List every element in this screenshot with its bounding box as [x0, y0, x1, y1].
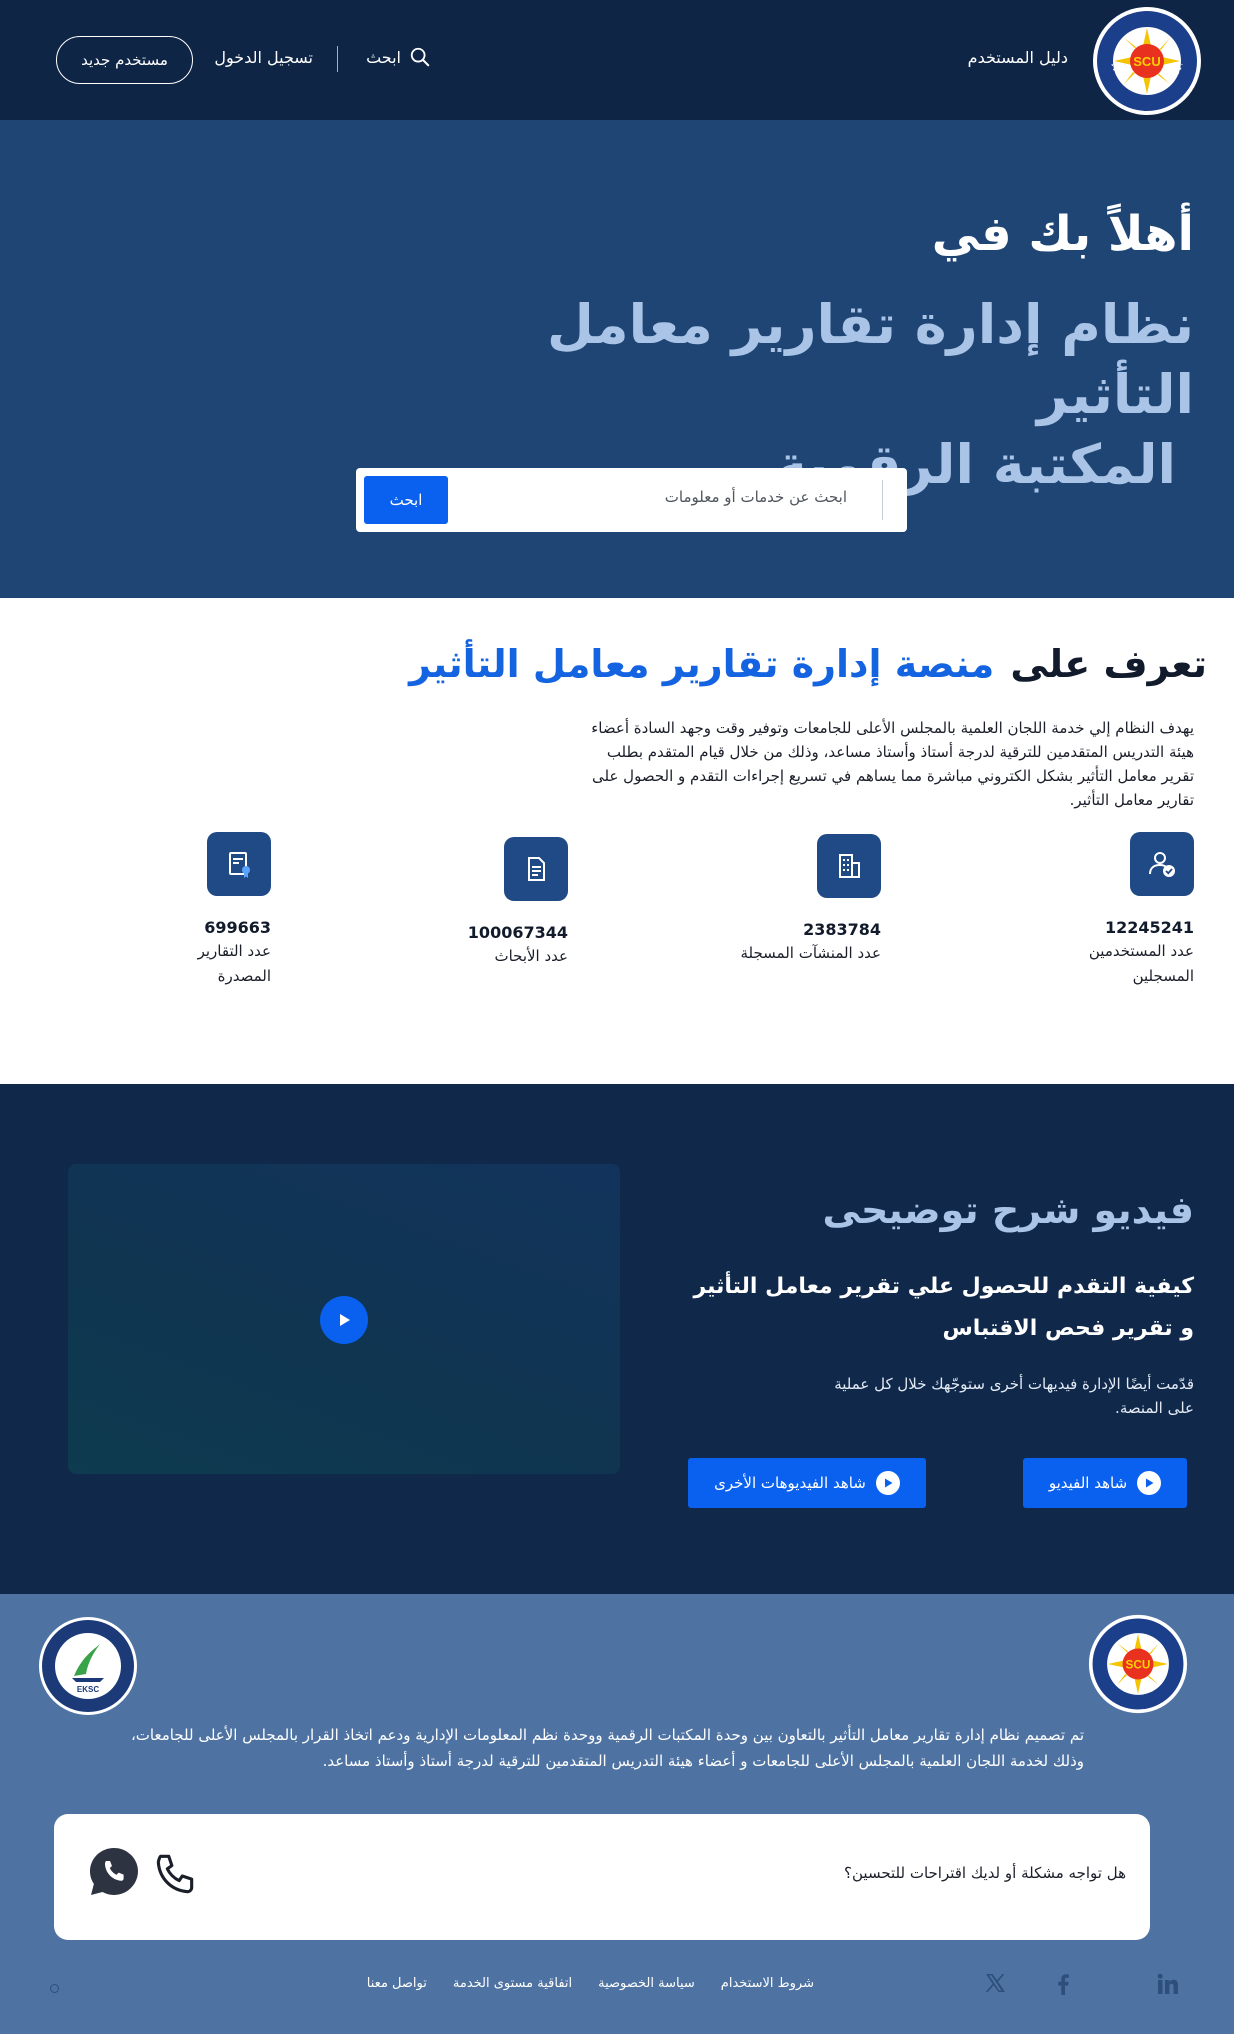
search-icon [409, 46, 431, 68]
more-videos-label: شاهد الفيديوهات الأخرى [714, 1474, 866, 1492]
document-icon [504, 837, 568, 901]
phone-icon[interactable] [150, 1850, 200, 1900]
user-check-icon [1130, 832, 1194, 896]
header-divider [337, 46, 338, 72]
stat-label: عدد الأبحاث [494, 947, 568, 965]
header-search-label: ابحث [366, 47, 401, 67]
more-videos-button[interactable]: شاهد الفيديوهات الأخرى [688, 1458, 926, 1508]
user-guide-link[interactable]: دليل المستخدم [968, 48, 1068, 67]
footer-links: شروط الاستخدام سياسة الخصوصية اتفاقية مس… [367, 1976, 814, 1991]
stat-institutions: 2383784 عدد المنشآت المسجلة [651, 834, 881, 966]
play-icon [336, 1312, 352, 1328]
video-section: فيديو شرح توضيحى كيفية التقدم للحصول علي… [0, 1084, 1234, 1594]
scu-logo[interactable]: SCU [1092, 6, 1202, 116]
video-player[interactable] [68, 1164, 620, 1474]
stat-label: عدد التقارير المصدرة [197, 942, 271, 985]
privacy-link[interactable]: سياسة الخصوصية [598, 1976, 695, 1991]
footer-description-line1: تم تصميم نظام إدارة تقارير معامل التأثير… [130, 1726, 1084, 1744]
linkedin-icon[interactable] [1156, 1972, 1180, 1996]
stat-value: 2383784 [803, 920, 881, 939]
search-caret [882, 480, 883, 520]
about-section: تعرف على منصة إدارة تقارير معامل التأثير… [0, 598, 1234, 1084]
terms-link[interactable]: شروط الاستخدام [721, 1976, 814, 1991]
video-subtitle-line1: كيفية التقدم للحصول علي تقرير معامل التأ… [693, 1274, 1194, 1299]
hero-search-button[interactable]: ابحث [364, 476, 448, 524]
about-description: يهدف النظام إلي خدمة اللجان العلمية بالم… [591, 719, 1194, 809]
stat-research: 100067344 عدد الأبحاث [338, 837, 568, 969]
scu-footer-logo: SCU [1088, 1614, 1188, 1714]
video-subtitle-line2: و تقرير فحص الاقتباس [942, 1316, 1194, 1341]
stat-reports: 699663 عدد التقارير المصدرة [41, 832, 271, 989]
stat-label: عدد المستخدمين المسجلين [1088, 942, 1194, 985]
hero-search-box: ابحث عن خدمات أو معلومات ابحث [356, 468, 907, 532]
play-circle-icon [1137, 1471, 1162, 1495]
site-footer: SCU EKSC تم تصميم نظام إدارة تقارير معام… [0, 1594, 1234, 2034]
hero-title-line1: نظام إدارة تقارير معامل التأثير [546, 293, 1194, 426]
footer-description-line2: وذلك لخدمة اللجان العلمية بالمجلس الأعلى… [322, 1752, 1084, 1770]
video-subtitle: كيفية التقدم للحصول علي تقرير معامل التأ… [674, 1266, 1194, 1350]
contact-link[interactable]: تواصل معنا [367, 1976, 427, 1991]
building-icon [817, 834, 881, 898]
feedback-text: هل تواجه مشكلة أو لديك اقتراحات للتحسين؟ [844, 1864, 1126, 1882]
video-title: فيديو شرح توضيحى [822, 1188, 1194, 1232]
about-title: تعرف على منصة إدارة تقارير معامل التأثير [409, 642, 1207, 686]
svg-text:SCU: SCU [1126, 1658, 1151, 1672]
stat-label: عدد المنشآت المسجلة [740, 944, 881, 962]
watch-video-button[interactable]: شاهد الفيديو [1023, 1458, 1187, 1508]
header-search-link[interactable]: ابحث [366, 46, 431, 68]
feedback-card: هل تواجه مشكلة أو لديك اقتراحات للتحسين؟ [54, 1814, 1150, 1940]
svg-text:SCU: SCU [1133, 54, 1160, 69]
hero-section: أهلاً بك في نظام إدارة تقارير معامل التأ… [0, 120, 1234, 598]
stat-value: 699663 [204, 918, 271, 937]
login-link[interactable]: تسجيل الدخول [214, 48, 313, 67]
watch-video-label: شاهد الفيديو [1048, 1474, 1128, 1492]
hero-welcome: أهلاً بك في [931, 206, 1194, 262]
play-button[interactable] [320, 1296, 368, 1344]
site-header: SCU دليل المستخدم ابحث تسجيل الدخول مستخ… [0, 0, 1234, 120]
video-description: قدّمت أيضًا الإدارة فيديهات أخرى ستوجّهك… [834, 1375, 1194, 1417]
stat-value: 12245241 [1104, 918, 1194, 937]
x-twitter-icon[interactable] [984, 1972, 1006, 1994]
svg-text:EKSC: EKSC [77, 1685, 99, 1694]
about-title-highlight: منصة إدارة تقارير معامل التأثير [409, 642, 995, 686]
register-button[interactable]: مستخدم جديد [56, 36, 193, 84]
certificate-icon [207, 832, 271, 896]
facebook-icon[interactable] [1052, 1972, 1074, 1996]
sla-link[interactable]: اتفاقية مستوى الخدمة [453, 1976, 572, 1991]
eksc-logo: EKSC [38, 1616, 138, 1716]
footer-description: تم تصميم نظام إدارة تقارير معامل التأثير… [124, 1722, 1084, 1774]
stat-value: 100067344 [467, 923, 568, 942]
play-circle-icon [875, 1471, 900, 1495]
hero-search-input[interactable]: ابحث عن خدمات أو معلومات [665, 488, 847, 506]
whatsapp-icon[interactable] [86, 1844, 142, 1900]
stat-users: 12245241 عدد المستخدمين المسجلين [964, 832, 1194, 989]
settings-dot-icon[interactable] [50, 1984, 59, 1993]
about-title-prefix: تعرف على [1010, 642, 1207, 686]
